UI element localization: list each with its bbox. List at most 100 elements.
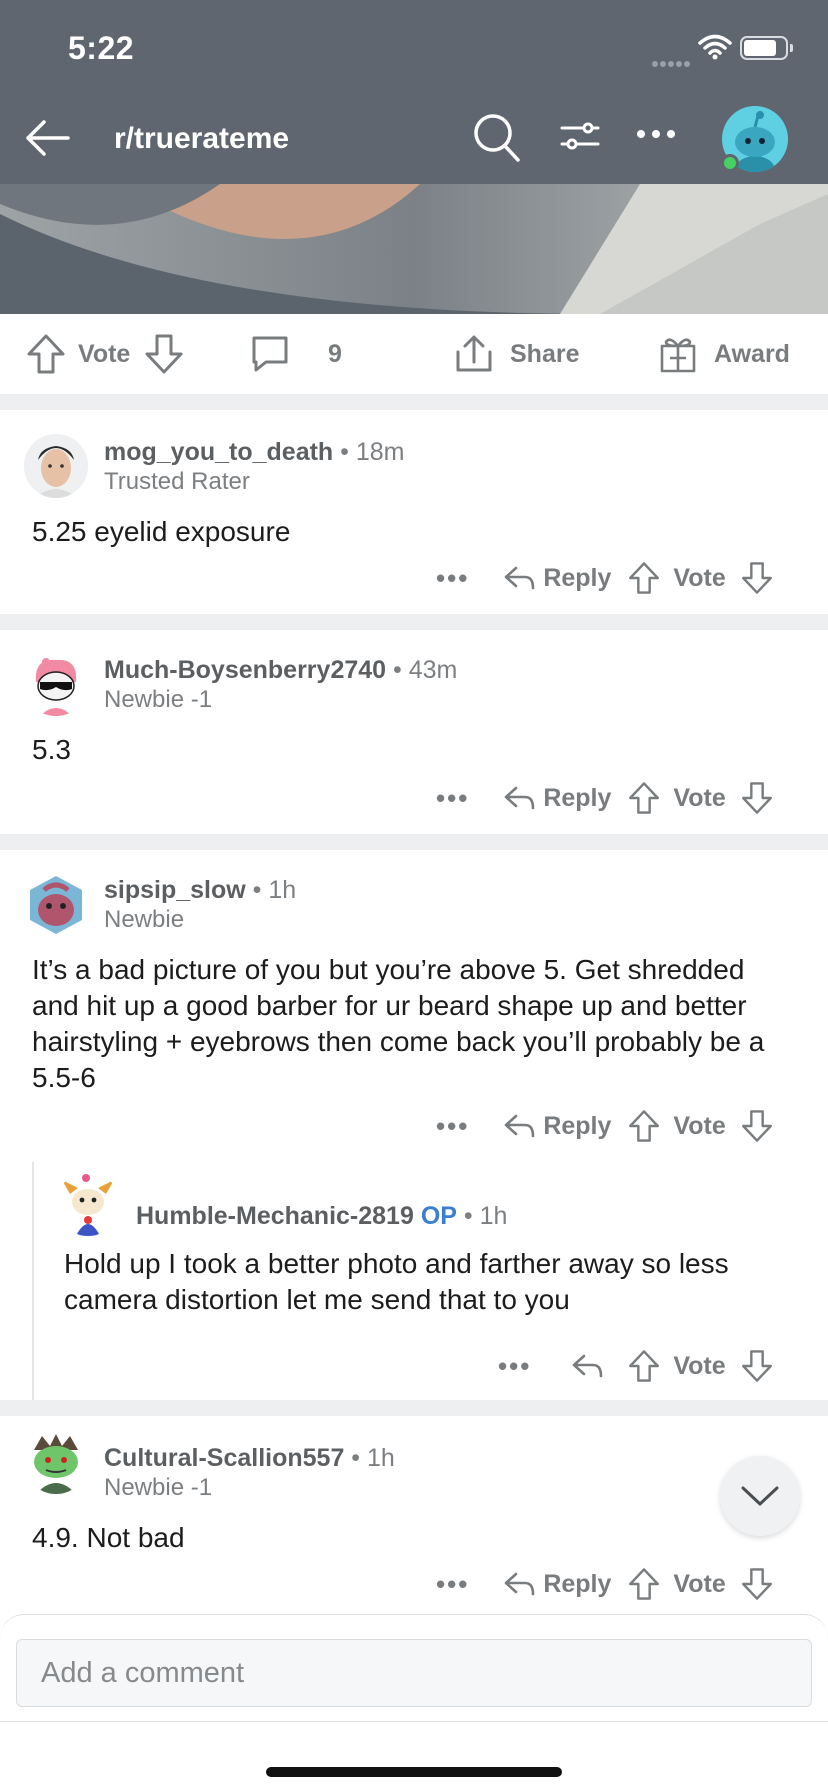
comment-actions: ••• Reply Vote (436, 558, 774, 598)
commenter-avatar[interactable] (24, 1430, 88, 1494)
comment-time: 1h (367, 1444, 395, 1472)
downvote-icon[interactable] (740, 1567, 774, 1601)
wifi-icon (698, 34, 732, 60)
vote-label: Vote (673, 563, 726, 592)
upvote-icon[interactable] (627, 781, 661, 815)
comment-bubble-icon (252, 336, 288, 372)
reply-label: Reply (543, 1111, 612, 1140)
comment-more-button[interactable]: ••• (436, 1569, 469, 1600)
chevron-down-icon (741, 1486, 779, 1506)
reply-arrow-icon (505, 566, 535, 590)
award-button[interactable]: Award (658, 314, 790, 394)
comment-actions: ••• Reply Vote (436, 1106, 774, 1146)
comment-body: 5.25 eyelid exposure (32, 516, 291, 547)
comment-mog-you-to-death: mog_you_to_death • 18m Trusted Rater 5.2… (0, 410, 828, 614)
add-comment-input[interactable] (16, 1639, 812, 1707)
comment-author[interactable]: Cultural-Scallion557 • 1h (104, 1444, 395, 1473)
upvote-icon[interactable] (26, 333, 66, 375)
upvote-icon[interactable] (627, 1567, 661, 1601)
upvote-icon[interactable] (627, 1109, 661, 1143)
comment-much-boysenberry: Much-Boysenberry2740 • 43m Newbie -1 5.3… (0, 630, 828, 834)
upvote-icon[interactable] (627, 1349, 661, 1383)
next-comment-button[interactable] (720, 1456, 800, 1536)
comment-more-button[interactable]: ••• (436, 783, 469, 814)
comment-sipsip-slow: sipsip_slow • 1h Newbie It’s a bad pictu… (0, 850, 828, 1400)
reply-button[interactable]: Reply (503, 564, 611, 593)
vote-label: Vote (673, 1569, 726, 1598)
comment-meta: • 1h (344, 1444, 395, 1472)
comment-time: 1h (268, 876, 297, 904)
reply-label: Reply (543, 1569, 612, 1598)
reply-meta: • 1h (456, 1202, 508, 1230)
reply-button[interactable]: Reply (503, 784, 611, 813)
section-divider (0, 834, 828, 850)
section-divider (0, 614, 828, 630)
post-image[interactable] (0, 184, 828, 314)
post-action-bar: Vote 9 Share Award (0, 314, 828, 394)
app-header: 5:22 r/truerateme (0, 0, 828, 184)
comment-author[interactable]: mog_you_to_death • 18m (104, 438, 405, 467)
commenter-avatar[interactable] (24, 652, 88, 716)
share-icon (456, 335, 492, 372)
share-button[interactable]: Share (454, 314, 579, 394)
comment-username[interactable]: mog_you_to_death (104, 438, 333, 466)
reply-arrow-icon (505, 1114, 535, 1138)
comment-body: 4.9. Not bad (32, 1522, 185, 1553)
award-label: Award (714, 339, 790, 368)
reply-username[interactable]: Humble-Mechanic-2819 (136, 1202, 414, 1230)
subreddit-title[interactable]: r/truerateme (114, 122, 289, 156)
home-indicator[interactable] (266, 1767, 562, 1777)
reply-arrow-icon[interactable] (571, 1352, 603, 1380)
vote-label: Vote (673, 1351, 726, 1380)
reply-more-button[interactable]: ••• (498, 1351, 531, 1382)
comments-button[interactable]: 9 (250, 314, 342, 394)
downvote-icon[interactable] (740, 781, 774, 815)
user-flair: Trusted Rater (104, 468, 250, 495)
cellular-signal-icon (652, 54, 692, 67)
post-vote-control: Vote (26, 314, 184, 394)
downvote-icon[interactable] (740, 1109, 774, 1143)
commenter-avatar[interactable] (24, 434, 88, 498)
search-icon[interactable] (472, 112, 522, 164)
comment-more-button[interactable]: ••• (436, 1111, 469, 1142)
thread-line[interactable] (32, 1162, 34, 1400)
vote-label: Vote (673, 783, 726, 812)
reply-author[interactable]: Humble-Mechanic-2819 OP • 1h (136, 1202, 507, 1231)
user-flair: Newbie (104, 906, 185, 933)
upvote-icon[interactable] (627, 561, 661, 595)
comment-more-button[interactable]: ••• (436, 563, 469, 594)
battery-icon (740, 36, 793, 60)
reply-body: Hold up I took a better photo and farthe… (64, 1248, 729, 1315)
comment-composer (0, 1614, 828, 1792)
comment-cultural-scallion: Cultural-Scallion557 • 1h Newbie -1 4.9.… (0, 1416, 828, 1616)
comment-username[interactable]: Much-Boysenberry2740 (104, 656, 386, 684)
reply-button[interactable]: Reply (503, 1570, 611, 1599)
comment-meta: • 18m (333, 438, 405, 466)
back-arrow-icon[interactable] (22, 112, 74, 164)
comment-author[interactable]: sipsip_slow • 1h (104, 876, 296, 905)
comment-count: 9 (328, 339, 342, 368)
more-options-icon[interactable] (636, 128, 676, 140)
sort-filter-icon[interactable] (560, 118, 600, 154)
comment-meta: • 43m (386, 656, 458, 684)
comment-time: 18m (355, 438, 405, 466)
comment-body: It’s a bad picture of you but you’re abo… (32, 954, 765, 1093)
composer-divider (0, 1721, 828, 1722)
reply-arrow-icon (505, 1572, 535, 1596)
commenter-avatar[interactable] (24, 872, 88, 936)
section-divider (0, 394, 828, 410)
comment-meta: • 1h (245, 876, 297, 904)
reply-avatar[interactable] (56, 1172, 120, 1236)
comment-username[interactable]: sipsip_slow (104, 876, 246, 904)
comment-author[interactable]: Much-Boysenberry2740 • 43m (104, 656, 457, 685)
vote-label: Vote (673, 1111, 726, 1140)
reply-actions: ••• Vote (498, 1346, 774, 1386)
downvote-icon[interactable] (740, 1349, 774, 1383)
downvote-icon[interactable] (144, 333, 184, 375)
reply-button[interactable]: Reply (503, 1112, 611, 1141)
comment-actions: ••• Reply Vote (436, 778, 774, 818)
comment-username[interactable]: Cultural-Scallion557 (104, 1444, 344, 1472)
comment-time: 43m (408, 656, 458, 684)
downvote-icon[interactable] (740, 561, 774, 595)
share-label: Share (510, 339, 580, 368)
